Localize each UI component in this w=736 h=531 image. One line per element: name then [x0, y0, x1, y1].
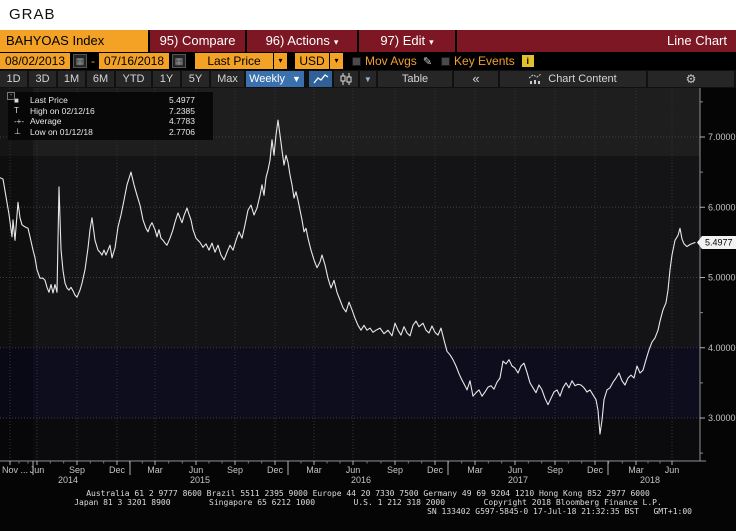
info-icon[interactable]: i — [521, 55, 534, 67]
legend-marker-icon: -+- — [14, 116, 24, 126]
footer-session-info: SN 133402 G597-5845-0 17-Jul-18 21:32:35… — [427, 507, 692, 516]
x-axis-year-label: 2014 — [58, 475, 78, 485]
bloomberg-terminal-screen: GRAB BAHYOAS Index 95) Compare 96) Actio… — [0, 0, 736, 531]
compare-button[interactable]: 95) Compare — [150, 30, 245, 52]
gear-icon[interactable]: ⚙ — [648, 71, 734, 87]
key-events-label: Key Events — [454, 54, 515, 68]
y-axis-label: 7.0000 — [708, 132, 736, 142]
x-axis-label: Mar — [628, 465, 644, 475]
price-chart[interactable]: 3.00004.00005.00006.00007.0000Nov ... Jun… — [0, 88, 736, 488]
x-axis-label: Mar — [306, 465, 322, 475]
y-axis-label: 6.0000 — [708, 202, 736, 212]
actions-button[interactable]: 96) Actions ▾ — [247, 30, 357, 52]
frequency-dropdown[interactable]: Weekly ▼ — [246, 71, 305, 87]
range-tab-1y[interactable]: 1Y — [153, 71, 180, 87]
x-axis-label: Nov ... — [2, 465, 28, 475]
last-price-tag-value: 5.4977 — [705, 238, 733, 248]
date-range-dash: - — [91, 54, 95, 68]
y-axis-label: 5.0000 — [708, 273, 736, 283]
collapse-button[interactable]: « — [454, 71, 498, 87]
chevron-down-icon: ▼ — [292, 74, 301, 84]
x-axis-label: Jun — [30, 465, 45, 475]
x-axis-label: Mar — [467, 465, 483, 475]
chart-content-icon — [529, 74, 542, 84]
main-toolbar: BAHYOAS Index 95) Compare 96) Actions ▾ 9… — [0, 30, 736, 52]
edit-button[interactable]: 97) Edit ▾ — [359, 30, 455, 52]
x-axis-label: Jun — [346, 465, 361, 475]
chevron-down-icon: ▾ — [429, 37, 434, 47]
date-to-field[interactable]: 07/16/2018 — [99, 53, 169, 69]
security-field[interactable]: BAHYOAS Index — [0, 30, 148, 52]
x-axis-year-label: 2018 — [640, 475, 660, 485]
x-axis-label: Sep — [227, 465, 243, 475]
right-button-group: Table « Chart Content ⚙ — [378, 71, 736, 87]
range-tab-max[interactable]: Max — [211, 71, 244, 87]
chart-type-banner: Line Chart — [457, 30, 736, 52]
range-tab-6m[interactable]: 6M — [87, 71, 114, 87]
x-axis-label: Sep — [547, 465, 563, 475]
x-axis-year-label: 2017 — [508, 475, 528, 485]
range-tab-ytd[interactable]: YTD — [116, 71, 151, 87]
y-axis-label: 3.0000 — [708, 413, 736, 423]
footer-contacts-line2: Japan 81 3 3201 8900 Singapore 65 6212 1… — [74, 498, 662, 507]
legend-marker-icon: ⊥ — [14, 127, 21, 137]
mov-avgs-checkbox[interactable] — [352, 56, 361, 66]
pencil-icon[interactable]: ✎ — [423, 55, 432, 68]
x-axis-year-label: 2016 — [351, 475, 371, 485]
x-axis-label: Mar — [147, 465, 163, 475]
line-chart-icon — [313, 73, 329, 83]
chevron-down-icon: ▾ — [333, 37, 339, 47]
x-axis-label: Dec — [587, 465, 604, 475]
candle-chart-style-button[interactable] — [334, 71, 358, 87]
chevron-down-icon[interactable]: ▾ — [330, 53, 343, 69]
legend-row-1[interactable]: T High on 02/12/16 7.2385 — [14, 106, 209, 117]
plot-band-left — [0, 88, 33, 461]
x-axis-label: Sep — [387, 465, 403, 475]
settings-toolbar: 08/02/2013 ▦ - 07/16/2018 ▦ Last Price ▾… — [0, 52, 736, 70]
x-axis-label: Dec — [109, 465, 126, 475]
x-axis-year-label: 2015 — [190, 475, 210, 485]
line-chart-style-button[interactable] — [309, 71, 333, 87]
chevron-down-icon[interactable]: ▾ — [274, 53, 287, 69]
range-tab-3d[interactable]: 3D — [29, 71, 56, 87]
price-field-dropdown[interactable]: Last Price — [195, 53, 273, 69]
calendar-icon[interactable]: ▦ — [73, 54, 87, 68]
x-axis-label: Sep — [69, 465, 85, 475]
x-axis-label: Dec — [267, 465, 284, 475]
candlestick-icon — [340, 73, 352, 85]
window-title: GRAB — [9, 6, 56, 23]
period-toolbar: 1D 3D 1M 6M YTD 1Y 5Y Max Weekly ▼ ▼ Table « Ch… — [0, 70, 736, 88]
key-events-checkbox[interactable] — [441, 56, 451, 66]
range-tab-1m[interactable]: 1M — [58, 71, 85, 87]
range-tab-group: 1D 3D 1M 6M YTD 1Y 5Y Max — [0, 71, 246, 87]
legend-collapse-icon[interactable]: - — [7, 92, 15, 100]
x-axis-label: Jun — [508, 465, 523, 475]
y-axis-label: 4.0000 — [708, 343, 736, 353]
legend-row-2[interactable]: -+- Average 4.7783 — [14, 116, 209, 127]
range-tab-5y[interactable]: 5Y — [182, 71, 209, 87]
date-from-field[interactable]: 08/02/2013 — [0, 53, 70, 69]
chart-style-dropdown[interactable]: ▼ — [359, 71, 376, 87]
chart-content-button[interactable]: Chart Content — [500, 71, 646, 87]
legend-marker-icon: ■ — [14, 95, 19, 105]
legend-row-3[interactable]: ⊥ Low on 01/12/18 2.7706 — [14, 127, 209, 138]
mov-avgs-label: Mov Avgs — [365, 54, 417, 68]
table-button[interactable]: Table — [378, 71, 452, 87]
currency-dropdown[interactable]: USD — [295, 53, 329, 69]
x-axis-label: Jun — [189, 465, 204, 475]
footer-contacts-line1: Australia 61 2 9777 8600 Brazil 5511 239… — [86, 489, 650, 498]
chart-legend[interactable]: - ■ Last Price 5.4977 T High on 02/12/16 7.23… — [7, 92, 213, 140]
x-axis-label: Jun — [665, 465, 680, 475]
range-tab-1d[interactable]: 1D — [0, 71, 27, 87]
chart-area[interactable]: 3.0000 4.0000 5.0000 6.0000 7.0000 Nov ... Jun… — [0, 88, 736, 488]
legend-row-0[interactable]: ■ Last Price 5.4977 — [14, 95, 209, 106]
window-titlebar: GRAB — [0, 0, 736, 30]
x-axis-label: Dec — [427, 465, 444, 475]
calendar-icon[interactable]: ▦ — [172, 54, 186, 68]
legend-marker-icon: T — [14, 106, 19, 116]
